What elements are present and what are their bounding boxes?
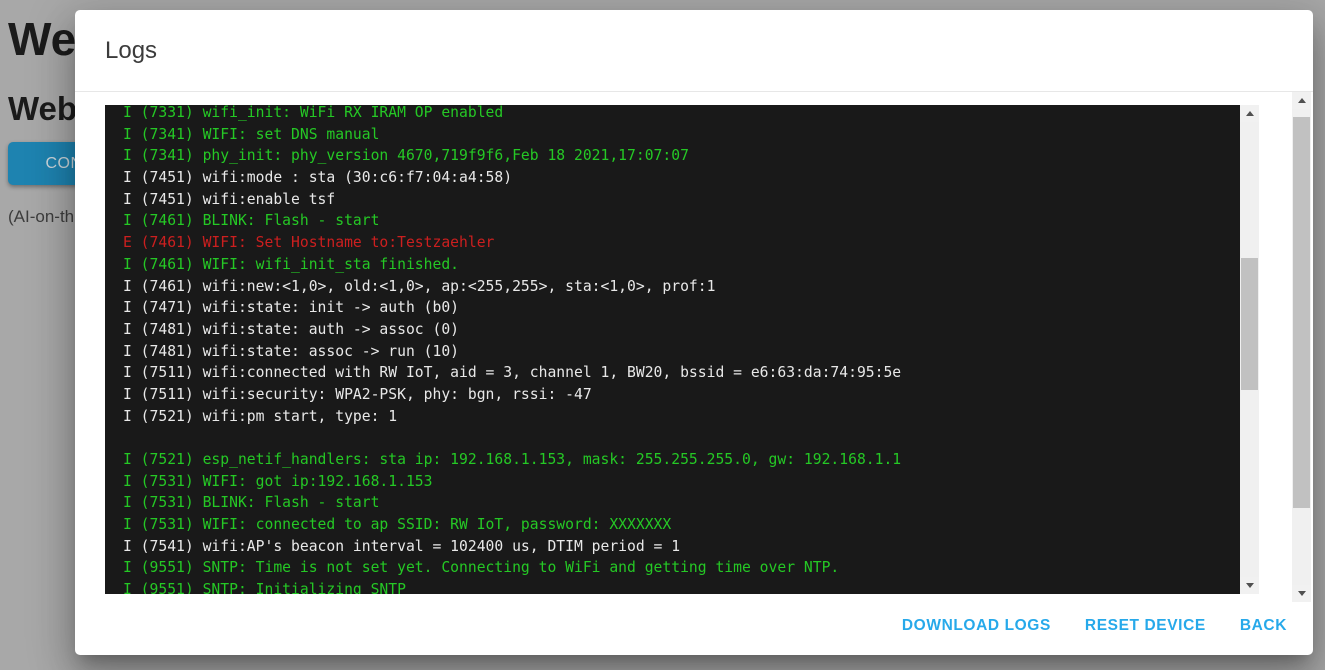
log-line: I (7341) phy_init: phy_version 4670,719f… — [123, 145, 901, 167]
page-subtitle: Web — [8, 90, 77, 128]
log-line: I (7511) wifi:security: WPA2-PSK, phy: b… — [123, 384, 901, 406]
log-line: I (7451) wifi:mode : sta (30:c6:f7:04:a4… — [123, 167, 901, 189]
log-line: I (7531) WIFI: connected to ap SSID: RW … — [123, 514, 901, 536]
log-line: I (7521) wifi:pm start, type: 1 — [123, 406, 901, 428]
header-divider — [75, 91, 1313, 92]
log-line: E (7461) WIFI: Set Hostname to:Testzaehl… — [123, 232, 901, 254]
modal-scrollbar[interactable] — [1292, 92, 1311, 602]
reset-device-button[interactable]: RESET DEVICE — [1083, 611, 1208, 641]
log-line: I (7471) wifi:state: init -> auth (b0) — [123, 297, 901, 319]
log-line: I (7331) wifi_init: WiFi RX IRAM OP enab… — [123, 105, 901, 124]
screen: Web Web CON (AI-on-th Logs I (7331) wifi… — [0, 0, 1325, 670]
modal-footer: DOWNLOAD LOGS RESET DEVICE BACK — [75, 597, 1313, 655]
log-line: I (9551) SNTP: Initializing SNTP — [123, 579, 901, 594]
log-line: I (7481) wifi:state: auth -> assoc (0) — [123, 319, 901, 341]
scroll-up-icon[interactable] — [1292, 92, 1311, 109]
log-line: I (7341) WIFI: set DNS manual — [123, 124, 901, 146]
page-note: (AI-on-th — [8, 207, 74, 227]
log-line: I (7461) WIFI: wifi_init_sta finished. — [123, 254, 901, 276]
download-logs-button[interactable]: DOWNLOAD LOGS — [900, 611, 1053, 641]
log-line: I (7511) wifi:connected with RW IoT, aid… — [123, 362, 901, 384]
log-line — [123, 427, 901, 449]
logs-modal: Logs I (7331) wifi_init: WiFi RX IRAM OP… — [75, 10, 1313, 655]
log-scrollbar[interactable] — [1240, 105, 1259, 594]
log-scrollbar-thumb[interactable] — [1241, 258, 1258, 390]
log-line: I (7461) wifi:new:<1,0>, old:<1,0>, ap:<… — [123, 276, 901, 298]
log-output-text: I (7331) wifi_init: WiFi RX IRAM OP enab… — [105, 105, 901, 594]
scroll-down-icon[interactable] — [1240, 577, 1259, 594]
log-line: I (7451) wifi:enable tsf — [123, 189, 901, 211]
log-line: I (7461) BLINK: Flash - start — [123, 210, 901, 232]
scroll-up-icon[interactable] — [1240, 105, 1259, 122]
log-line: I (7521) esp_netif_handlers: sta ip: 192… — [123, 449, 901, 471]
log-line: I (7531) WIFI: got ip:192.168.1.153 — [123, 471, 901, 493]
modal-title: Logs — [105, 37, 157, 65]
log-line: I (7531) BLINK: Flash - start — [123, 492, 901, 514]
back-button[interactable]: BACK — [1238, 611, 1289, 641]
log-line: I (7481) wifi:state: assoc -> run (10) — [123, 341, 901, 363]
log-output[interactable]: I (7331) wifi_init: WiFi RX IRAM OP enab… — [105, 105, 1259, 594]
log-line: I (7541) wifi:AP's beacon interval = 102… — [123, 536, 901, 558]
modal-scrollbar-thumb[interactable] — [1293, 117, 1310, 508]
log-line: I (9551) SNTP: Time is not set yet. Conn… — [123, 557, 901, 579]
